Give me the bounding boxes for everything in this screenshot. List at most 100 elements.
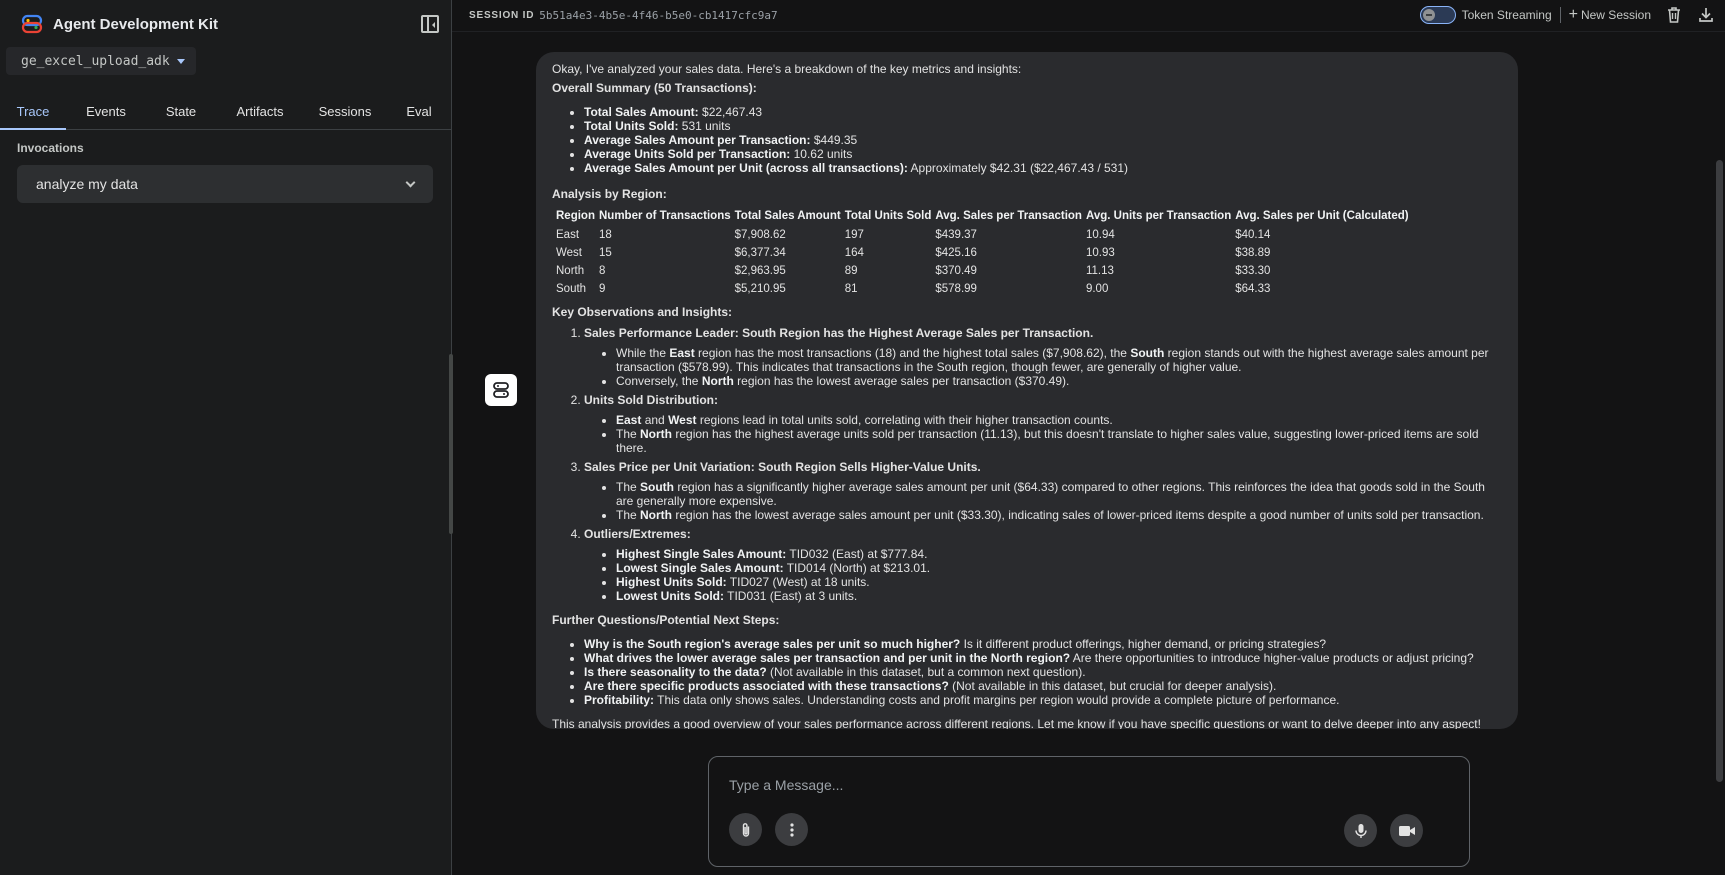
tab-trace[interactable]: Trace <box>0 96 66 130</box>
text: and <box>641 413 669 427</box>
observation-points: The South region has a significantly hig… <box>584 480 1502 522</box>
table-row: North 8 $2,963.95 89 $370.49 11.13 $33.30 <box>554 263 1411 281</box>
table-header: Region <box>556 210 595 222</box>
list-item: What drives the lower average sales per … <box>584 651 1502 665</box>
trash-icon[interactable] <box>1665 6 1683 24</box>
sidebar-tabs: Trace Events State Artifacts Sessions Ev… <box>0 96 452 130</box>
metric-value: Approximately $42.31 ($22,467.43 / 531) <box>907 161 1129 175</box>
list-item: Average Units Sold per Transaction: 10.6… <box>584 147 1502 161</box>
region-heading: Analysis by Region: <box>552 187 667 201</box>
text: The <box>616 427 641 441</box>
download-icon[interactable] <box>1697 6 1715 24</box>
observations-heading: Key Observations and Insights: <box>552 305 733 319</box>
session-id-value: 5b51a4e3-4b5e-4f46-b5e0-cb1417cfc9a7 <box>539 9 778 22</box>
table-cell: $6,377.34 <box>734 247 786 259</box>
region-name: South <box>640 480 675 494</box>
main-panel: SESSION ID 5b51a4e3-4b5e-4f46-b5e0-cb141… <box>452 0 1725 875</box>
table-cell: South <box>556 283 587 295</box>
table-cell: $578.99 <box>935 283 977 295</box>
text: region has the lowest average sales amou… <box>672 508 1484 522</box>
token-streaming-toggle[interactable] <box>1419 6 1456 24</box>
list-item: Why is the South region's average sales … <box>584 637 1502 651</box>
tab-events[interactable]: Events <box>66 96 146 129</box>
question: Profitability: <box>584 693 655 707</box>
list-item: Conversely, the North region has the low… <box>616 374 1502 388</box>
app-root: Agent Development Kit ge_excel_upload_ad… <box>0 0 1725 875</box>
metric-label: Average Sales Amount per Transaction: <box>584 133 811 147</box>
table-header: Number of Transactions <box>598 210 731 222</box>
divider <box>1559 7 1561 23</box>
observation-title: Sales Performance Leader: South Region h… <box>584 326 1094 340</box>
text: The <box>616 508 641 522</box>
chat-scrollbar[interactable] <box>1716 160 1723 782</box>
toggle-knob <box>1422 9 1435 21</box>
chat-area[interactable]: Okay, I've analyzed your sales data. Her… <box>452 33 1725 782</box>
question: Are there specific products associated w… <box>584 679 949 693</box>
table-cell: West <box>556 247 582 259</box>
sidebar: Agent Development Kit ge_excel_upload_ad… <box>0 0 453 875</box>
outlier-label: Highest Single Sales Amount: <box>616 547 787 561</box>
region-name: East <box>616 413 642 427</box>
table-row: South 9 $5,210.95 81 $578.99 9.00 $64.33 <box>554 281 1411 299</box>
bot-icon <box>485 374 517 406</box>
text: TID014 (North) at $213.01. <box>783 561 931 575</box>
list-item: Are there specific products associated w… <box>584 679 1502 693</box>
invocation-item[interactable]: analyze my data <box>17 165 433 203</box>
outlier-label: Highest Units Sold: <box>616 575 727 589</box>
invocation-item-label: analyze my data <box>36 176 138 192</box>
table-cell: $33.30 <box>1235 265 1271 277</box>
paperclip-icon[interactable] <box>729 813 762 846</box>
tab-artifacts[interactable]: Artifacts <box>216 96 304 129</box>
videocam-icon[interactable] <box>1390 814 1423 847</box>
table-cell: $40.14 <box>1235 229 1271 241</box>
table-cell: 164 <box>844 247 864 259</box>
region-name: West <box>668 413 697 427</box>
question: Is there seasonality to the data? <box>584 665 767 679</box>
list-item: East and West regions lead in total unit… <box>616 413 1502 427</box>
mic-icon[interactable] <box>1344 814 1377 847</box>
overall-summary-heading: Overall Summary (50 Transactions): <box>552 81 757 95</box>
session-bar: SESSION ID 5b51a4e3-4b5e-4f46-b5e0-cb141… <box>452 0 1725 32</box>
list-item: The South region has a significantly hig… <box>616 480 1502 508</box>
app-title: Agent Development Kit <box>53 15 219 33</box>
table-header: Avg. Sales per Transaction <box>935 210 1082 222</box>
table-cell: North <box>556 265 585 277</box>
message-intro: Okay, I've analyzed your sales data. Her… <box>552 62 1022 76</box>
list-item: Lowest Single Sales Amount: TID014 (Nort… <box>616 561 1502 575</box>
session-id-label: SESSION ID <box>469 10 535 21</box>
text: Conversely, the <box>616 374 702 388</box>
more-vert-icon[interactable] <box>775 813 808 846</box>
observation-item: Units Sold Distribution: East and West r… <box>584 393 1502 455</box>
new-session-button[interactable]: + New Session <box>1568 6 1651 23</box>
sidebar-collapse-icon[interactable] <box>421 15 439 33</box>
tab-state[interactable]: State <box>146 96 216 129</box>
metric-label: Average Sales Amount per Unit (across al… <box>584 161 908 175</box>
message-input[interactable] <box>729 777 1429 793</box>
outlier-label: Lowest Units Sold: <box>616 589 724 603</box>
metric-value: 531 units <box>678 119 731 133</box>
list-item: Total Units Sold: 531 units <box>584 119 1502 133</box>
plus-icon: + <box>1568 6 1578 23</box>
table-cell: 18 <box>598 229 612 241</box>
text: region has the highest average units sol… <box>616 427 1479 455</box>
adk-logo-icon <box>21 14 43 34</box>
table-cell: 15 <box>598 247 612 259</box>
top-actions: Token Streaming + New Session <box>1419 6 1715 24</box>
table-cell: $2,963.95 <box>734 265 786 277</box>
table-cell: 11.13 <box>1085 265 1114 277</box>
text: TID032 (East) at $777.84. <box>786 547 928 561</box>
tab-eval[interactable]: Eval <box>386 96 452 129</box>
list-item: The North region has the lowest average … <box>616 508 1502 522</box>
text: (Not available in this dataset, but cruc… <box>948 679 1277 693</box>
region-name: North <box>640 427 673 441</box>
observation-title: Units Sold Distribution: <box>584 393 718 407</box>
next-steps-heading: Further Questions/Potential Next Steps: <box>552 613 780 627</box>
metric-value: $449.35 <box>810 133 858 147</box>
observation-title: Sales Price per Unit Variation: South Re… <box>584 460 981 474</box>
region-table: Region Number of Transactions Total Sale… <box>554 209 1411 299</box>
table-cell: $439.37 <box>935 229 977 241</box>
observation-item: Outliers/Extremes: Highest Single Sales … <box>584 527 1502 603</box>
app-selector[interactable]: ge_excel_upload_adk <box>6 47 196 75</box>
text: TID027 (West) at 18 units. <box>726 575 870 589</box>
tab-sessions[interactable]: Sessions <box>304 96 386 129</box>
